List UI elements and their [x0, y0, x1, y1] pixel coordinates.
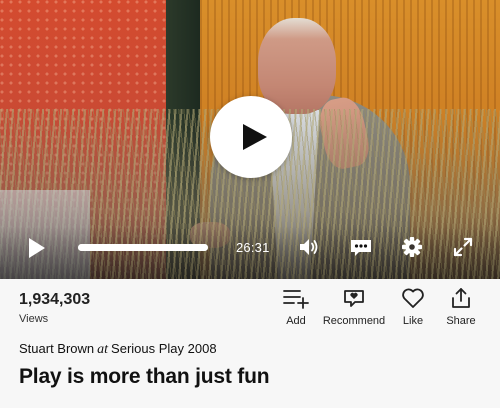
speaker-name[interactable]: Stuart Brown: [19, 341, 94, 356]
add-label: Add: [286, 315, 306, 327]
play-icon[interactable]: [26, 237, 48, 259]
control-bar: 26:31: [0, 226, 500, 279]
duration-label: 26:31: [236, 240, 270, 255]
video-player[interactable]: 26:31: [0, 0, 500, 279]
share-label: Share: [446, 315, 476, 327]
talk-title: Play is more than just fun: [19, 365, 270, 388]
share-button[interactable]: Share: [443, 287, 479, 327]
byline-at: at: [97, 342, 109, 357]
share-icon: [452, 288, 470, 308]
progress-fill: [78, 244, 208, 251]
heart-icon: [402, 288, 424, 308]
like-label: Like: [402, 315, 424, 327]
like-button[interactable]: Like: [397, 287, 429, 327]
progress-scrubber[interactable]: [78, 242, 208, 252]
play-icon: [243, 124, 267, 150]
recommend-icon: [344, 290, 364, 307]
captions-icon[interactable]: [350, 236, 372, 258]
recommend-label: Recommend: [322, 315, 386, 327]
fullscreen-icon[interactable]: [452, 236, 474, 258]
talk-info-panel: 1,934,303 Views Add Recommend Like Share…: [0, 279, 500, 408]
volume-icon[interactable]: [298, 236, 320, 258]
big-play-button[interactable]: [210, 96, 292, 178]
add-button[interactable]: Add: [281, 287, 311, 327]
talk-byline: Stuart Brown at Serious Play 2008: [19, 341, 217, 358]
views-label: Views: [19, 313, 49, 325]
views-count: 1,934,303: [19, 291, 91, 308]
recommend-button[interactable]: Recommend: [322, 287, 386, 327]
gear-icon[interactable]: [401, 236, 423, 258]
playlist-add-icon: [283, 290, 309, 309]
event-name[interactable]: Serious Play 2008: [111, 341, 217, 356]
